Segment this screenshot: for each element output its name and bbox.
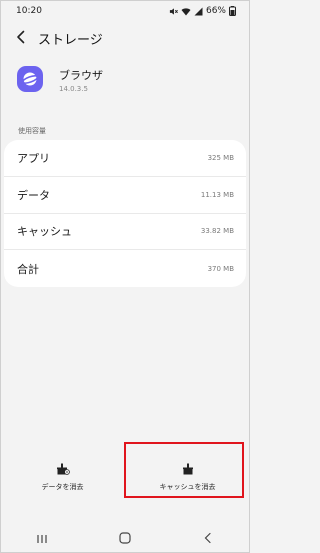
app-info: ブラウザ 14.0.3.5 <box>17 66 103 93</box>
clear-cache-label: キャッシュを消去 <box>159 483 216 491</box>
row-label: アプリ <box>17 151 50 165</box>
mute-icon <box>169 7 178 16</box>
status-bar: 10:20 66% <box>0 0 250 22</box>
battery-icon <box>229 6 236 16</box>
storage-row-cache: キャッシュ 33.82 MB <box>4 214 246 251</box>
recent-apps-icon <box>36 529 48 548</box>
page-title: ストレージ <box>38 32 103 48</box>
status-time: 10:20 <box>16 6 42 16</box>
row-value: 325 MB <box>207 153 234 162</box>
back-button[interactable] <box>8 25 34 51</box>
app-bar: ストレージ <box>0 24 250 52</box>
clear-data-label: データを消去 <box>41 483 84 491</box>
storage-row-app: アプリ 325 MB <box>4 140 246 177</box>
wifi-icon <box>181 7 191 16</box>
row-value: 33.82 MB <box>200 227 234 236</box>
row-value: 11.13 MB <box>200 190 234 199</box>
storage-row-data: データ 11.13 MB <box>4 177 246 214</box>
row-value: 370 MB <box>207 264 234 273</box>
storage-row-total: 合計 370 MB <box>4 250 246 287</box>
clear-cache-button[interactable]: キャッシュを消去 <box>125 456 250 496</box>
home-button[interactable] <box>105 526 145 550</box>
broom-icon <box>56 460 70 479</box>
section-label-usage: 使用容量 <box>18 127 46 135</box>
navigation-bar <box>0 524 250 552</box>
status-icons: 66% <box>169 6 236 16</box>
broom-icon <box>182 460 194 479</box>
app-version: 14.0.3.5 <box>59 85 88 93</box>
chevron-left-icon <box>16 29 26 48</box>
bottom-action-bar: データを消去 キャッシュを消去 <box>0 456 250 496</box>
recent-apps-button[interactable] <box>22 526 62 550</box>
browser-app-icon <box>17 66 43 92</box>
home-icon <box>119 529 131 548</box>
row-label: 合計 <box>17 262 39 276</box>
battery-percent: 66% <box>205 6 226 16</box>
row-label: データ <box>17 188 50 202</box>
back-nav-button[interactable] <box>188 526 228 550</box>
back-icon <box>203 529 213 548</box>
signal-icon <box>194 7 203 16</box>
storage-card: アプリ 325 MB データ 11.13 MB キャッシュ 33.82 MB 合… <box>4 140 246 287</box>
row-label: キャッシュ <box>17 225 72 239</box>
app-name: ブラウザ <box>59 69 103 82</box>
clear-data-button[interactable]: データを消去 <box>0 456 125 496</box>
